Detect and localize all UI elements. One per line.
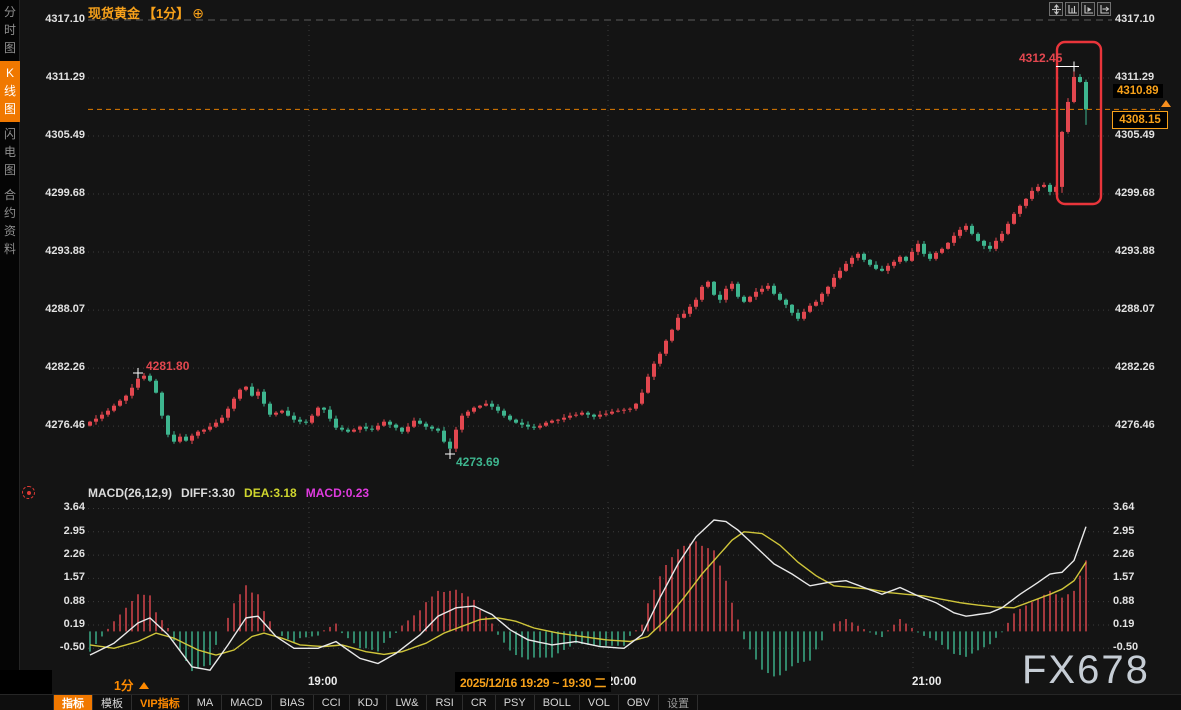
timeframe-tag: 【1分】 — [143, 3, 189, 22]
price-axis-label-left: 4288.07 — [23, 303, 85, 315]
price-axis-label-right: 4317.10 — [1115, 13, 1155, 25]
timeframe-selector[interactable]: 1分 — [114, 675, 149, 694]
price-axis-label-right: 4288.07 — [1115, 303, 1155, 315]
price-axis-label-left: 4282.26 — [23, 361, 85, 373]
macd-header: MACD(26,12,9) DIFF:3.30 DEA:3.18 MACD:0.… — [88, 486, 369, 500]
toolbar-item-CR[interactable]: CR — [463, 695, 496, 710]
price-axis-label-right: 4276.46 — [1115, 419, 1155, 431]
chart-toolbar-icons — [1049, 2, 1111, 16]
macd-axis-label-right: 2.95 — [1113, 525, 1134, 537]
toolbar-item-KDJ[interactable]: KDJ — [350, 695, 388, 710]
price-axis-label-right: 4299.68 — [1115, 187, 1155, 199]
price-axis-label-right: 4293.88 — [1115, 245, 1155, 257]
toolbar-item-BIAS[interactable]: BIAS — [272, 695, 314, 710]
price-axis-label-left: 4293.88 — [23, 245, 85, 257]
price-axis-label-right: 4311.29 — [1115, 71, 1154, 83]
toolbar-item-CCI[interactable]: CCI — [314, 695, 350, 710]
grid-lines — [88, 20, 1112, 668]
macd-axis-label-left: 2.95 — [23, 525, 85, 537]
macd-axis-label-left: 2.26 — [23, 548, 85, 560]
crosshair-time-tooltip: 2025/12/16 19:29 ~ 19:30 二 — [455, 672, 611, 692]
price-axis-label-right: 4305.49 — [1115, 129, 1155, 141]
swing-high-label: 4281.80 — [146, 359, 189, 373]
indicator-target-icon[interactable] — [22, 486, 35, 499]
macd-axis-label-left: 0.88 — [23, 595, 85, 607]
triangle-up-icon — [139, 682, 149, 689]
crosshair-marker-high — [1069, 62, 1079, 72]
watermark: FX678 — [1022, 648, 1150, 693]
macd-axis-label-right: 0.88 — [1113, 595, 1134, 607]
price-axis-label-left: 4311.29 — [23, 71, 85, 83]
price-axis-label-left: 4305.49 — [23, 129, 85, 141]
macd-name: MACD(26,12,9) — [88, 486, 172, 500]
toolbar-item-设置[interactable]: 设置 — [659, 695, 698, 710]
toolbar-item-指标[interactable]: 指标 — [53, 695, 93, 710]
macd-axis-label-right: 2.26 — [1113, 548, 1134, 560]
symbol-name: 现货黄金 — [88, 3, 140, 22]
sidebar-item-3[interactable]: 合约资料 — [0, 183, 20, 262]
chart-title: 现货黄金【1分】 ⊕ — [88, 3, 204, 22]
macd-axis-label-left: 0.19 — [23, 618, 85, 630]
toolbar-item-MA[interactable]: MA — [189, 695, 223, 710]
chart-playback-icon[interactable] — [1081, 2, 1095, 16]
macd-axis-label-right: 3.64 — [1113, 501, 1134, 513]
time-axis: 1分 2025/12/16 19:29 ~ 19:30 二 19:00 20:00… — [0, 670, 1181, 694]
sidebar-item-0[interactable]: 分时图 — [0, 0, 20, 61]
prev-price-label: 4310.89 — [1113, 84, 1163, 98]
macd-axis-label-left: 1.57 — [23, 571, 85, 583]
toolbar-item-VOL[interactable]: VOL — [580, 695, 619, 710]
toolbar-item-VIP指标[interactable]: VIP指标 — [132, 695, 189, 710]
chart-shift-right-icon[interactable] — [1097, 2, 1111, 16]
chart-scale-icon[interactable] — [1065, 2, 1079, 16]
macd-axis-label-left: 3.64 — [23, 501, 85, 513]
candlestick-chart[interactable] — [0, 0, 1181, 710]
macd-dea-value: DEA:3.18 — [244, 486, 297, 500]
time-label-20:00: 20:00 — [607, 676, 636, 688]
crosshair-marker-low — [445, 449, 455, 459]
sidebar: 分时图K线图闪电图合约资料 — [0, 0, 20, 710]
macd-axis-label-right: 1.57 — [1113, 571, 1134, 583]
indicator-toolbar: 指标模板VIP指标MAMACDBIASCCIKDJLW&RSICRPSYBOLL… — [0, 694, 1181, 710]
circle-plus-icon[interactable]: ⊕ — [192, 6, 204, 20]
candles — [88, 66, 1088, 453]
macd-hist-value: MACD:0.23 — [306, 486, 369, 500]
time-label-21:00: 21:00 — [912, 676, 941, 688]
toolbar-item-MACD[interactable]: MACD — [222, 695, 271, 710]
sidebar-item-2[interactable]: 闪电图 — [0, 122, 20, 183]
time-label-19:00: 19:00 — [308, 676, 337, 688]
toolbar-item-RSI[interactable]: RSI — [427, 695, 462, 710]
macd-axis-label-right: 0.19 — [1113, 618, 1134, 630]
price-axis-label-left: 4317.10 — [23, 13, 85, 25]
toolbar-item-模板[interactable]: 模板 — [93, 695, 132, 710]
crosshair-marker-peak — [133, 368, 143, 378]
price-axis-label-left: 4299.68 — [23, 187, 85, 199]
pan-crosshair-icon[interactable] — [1049, 2, 1063, 16]
range-high-label: 4312.45 — [1019, 51, 1062, 65]
price-axis-label-right: 4282.26 — [1115, 361, 1155, 373]
toolbar-item-PSY[interactable]: PSY — [496, 695, 535, 710]
macd-diff-value: DIFF:3.30 — [181, 486, 235, 500]
price-axis-label-left: 4276.46 — [23, 419, 85, 431]
scroll-to-latest-icon[interactable] — [1161, 100, 1171, 107]
macd-axis-label-left: -0.50 — [23, 641, 85, 653]
macd-histogram — [90, 541, 1086, 676]
toolbar-item-LW&[interactable]: LW& — [387, 695, 427, 710]
sidebar-item-1[interactable]: K线图 — [0, 61, 20, 122]
swing-low-label: 4273.69 — [456, 455, 499, 469]
annotations — [88, 42, 1160, 459]
trading-terminal: 分时图K线图闪电图合约资料 现货黄金【1分】 ⊕ 4317.10 4317.10 4… — [0, 0, 1181, 710]
toolbar-item-OBV[interactable]: OBV — [619, 695, 659, 710]
current-price-label: 4308.15 — [1112, 111, 1168, 129]
toolbar-item-BOLL[interactable]: BOLL — [535, 695, 580, 710]
